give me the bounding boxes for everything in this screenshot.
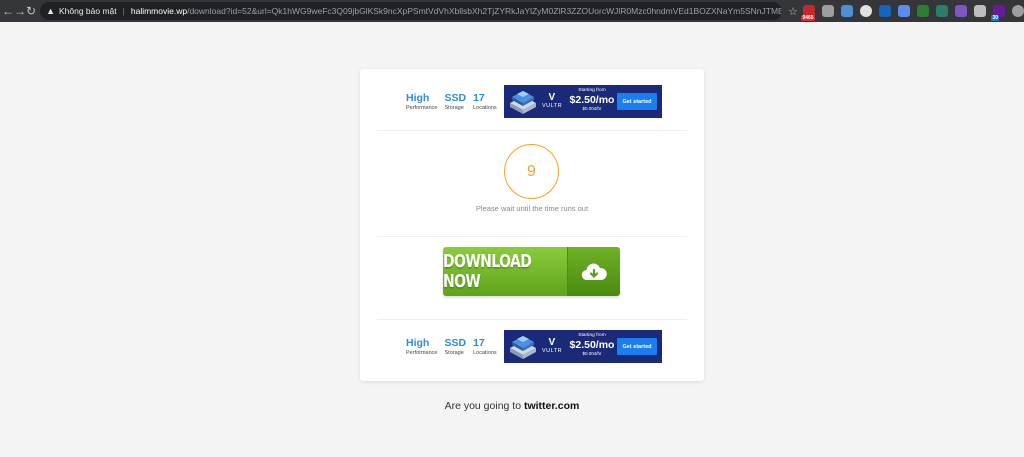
ad-stat-value: 17 [473,336,485,349]
security-label[interactable]: Không bảo mật [59,6,117,16]
ad-stats: High Performance SSD Storage 17 Location… [406,330,504,363]
ad-stat: High Performance [406,337,438,357]
extension-teal-icon[interactable] [936,5,949,17]
forward-arrow-icon[interactable]: → [14,0,26,22]
ad-get-started-button[interactable]: Get started [617,338,657,355]
ad-stat-label: Storage [444,104,464,111]
ad-stat: High Performance [406,92,438,112]
ad-stat-value: 17 [473,91,485,104]
divider [377,319,687,320]
ad-get-started-button[interactable]: Get started [617,93,657,110]
server-stack-icon [510,91,536,114]
omnibox-separator: | [122,6,125,16]
vultr-logo-icon: V [548,337,556,348]
bookmark-star-icon[interactable]: ☆ [788,5,798,18]
ad-brand-name: VULTR [542,348,563,354]
warning-icon: ▲ [46,6,55,16]
ad-banner: V VULTR Starting from $2.50/mo $0.004/hr… [504,330,662,363]
redirect-destination: twitter.com [523,400,580,412]
redirect-prefix: Are you going to [444,400,522,412]
address-bar[interactable]: ▲ Không bảo mật | halimmovie.wp/download… [40,2,783,20]
extension-camera-icon[interactable] [974,5,987,17]
ad-brand: V VULTR [542,92,563,110]
back-arrow-icon[interactable]: ← [2,0,14,22]
url-path: /download?id=52&url=Qk1hWG9weFc3Q09jbGlK… [187,6,783,16]
extension-circle-icon[interactable] [860,5,873,17]
cloud-download-icon [567,247,620,296]
divider [377,130,687,131]
extension-blue-icon[interactable] [841,5,854,17]
extension-badge-icon[interactable]: 30 [991,5,1006,21]
ad-stat-value: High [406,336,430,349]
extension-badge: 9465 [801,15,815,21]
vultr-ad-top[interactable]: High Performance SSD Storage 17 Location… [406,85,662,118]
download-card: High Performance SSD Storage 17 Location… [360,69,704,381]
ad-price: $2.50/mo [569,339,615,351]
ad-stat: SSD Storage [445,337,467,357]
extension-arrow-icon[interactable] [898,5,911,17]
ad-price: $2.50/mo [569,94,615,106]
ad-stat: SSD Storage [445,92,467,112]
ad-price-block: Starting from $2.50/mo $0.004/hr [568,88,616,112]
ad-stat-label: Performance [406,104,438,111]
ad-stat-label: Locations [473,349,497,356]
download-button-label: DOWNLOAD NOW [443,247,567,296]
extension-purple-icon[interactable] [955,5,968,17]
ad-hourly-price: $0.004/hr [582,351,602,356]
ad-banner: V VULTR Starting from $2.50/mo $0.004/hr… [504,85,662,118]
divider [377,236,687,237]
ad-stat-value: SSD [444,336,467,349]
ad-stat-value: SSD [444,91,467,104]
ad-brand-name: VULTR [542,103,563,109]
reload-icon[interactable]: ↻ [26,0,36,22]
extension-green-icon[interactable] [917,5,930,17]
extensions-bar: 9465 30 [800,5,1024,21]
ad-stat-label: Locations [473,104,497,111]
url-host: halimmovie.wp [130,6,188,16]
ad-stat-label: Storage [444,349,464,356]
ad-stat: 17 Locations [473,92,497,112]
countdown-timer: 9 [504,144,559,199]
extension-red-icon[interactable]: 9465 [801,5,816,21]
ad-stats: High Performance SSD Storage 17 Location… [406,85,504,118]
browser-toolbar: ← → ↻ ▲ Không bảo mật | halimmovie.wp/do… [0,0,1024,22]
ad-hourly-price: $0.004/hr [582,106,602,111]
extension-grey-icon[interactable] [822,5,835,17]
extension-badge: 30 [991,15,999,21]
ad-price-block: Starting from $2.50/mo $0.004/hr [568,333,616,357]
extension-shield-icon[interactable] [1012,5,1024,17]
ad-stat: 17 Locations [473,337,497,357]
ad-brand: V VULTR [542,337,563,355]
vultr-ad-bottom[interactable]: High Performance SSD Storage 17 Location… [406,330,662,363]
ad-stat-value: High [406,91,430,104]
redirect-notice: Are you going to twitter.com [0,400,1024,412]
ad-stat-label: Performance [406,349,438,356]
countdown-message: Please wait until the time runs out [475,204,589,213]
download-now-button[interactable]: DOWNLOAD NOW [443,247,620,296]
extension-j-icon[interactable] [879,5,892,17]
vultr-logo-icon: V [548,92,556,103]
server-stack-icon [510,336,536,359]
